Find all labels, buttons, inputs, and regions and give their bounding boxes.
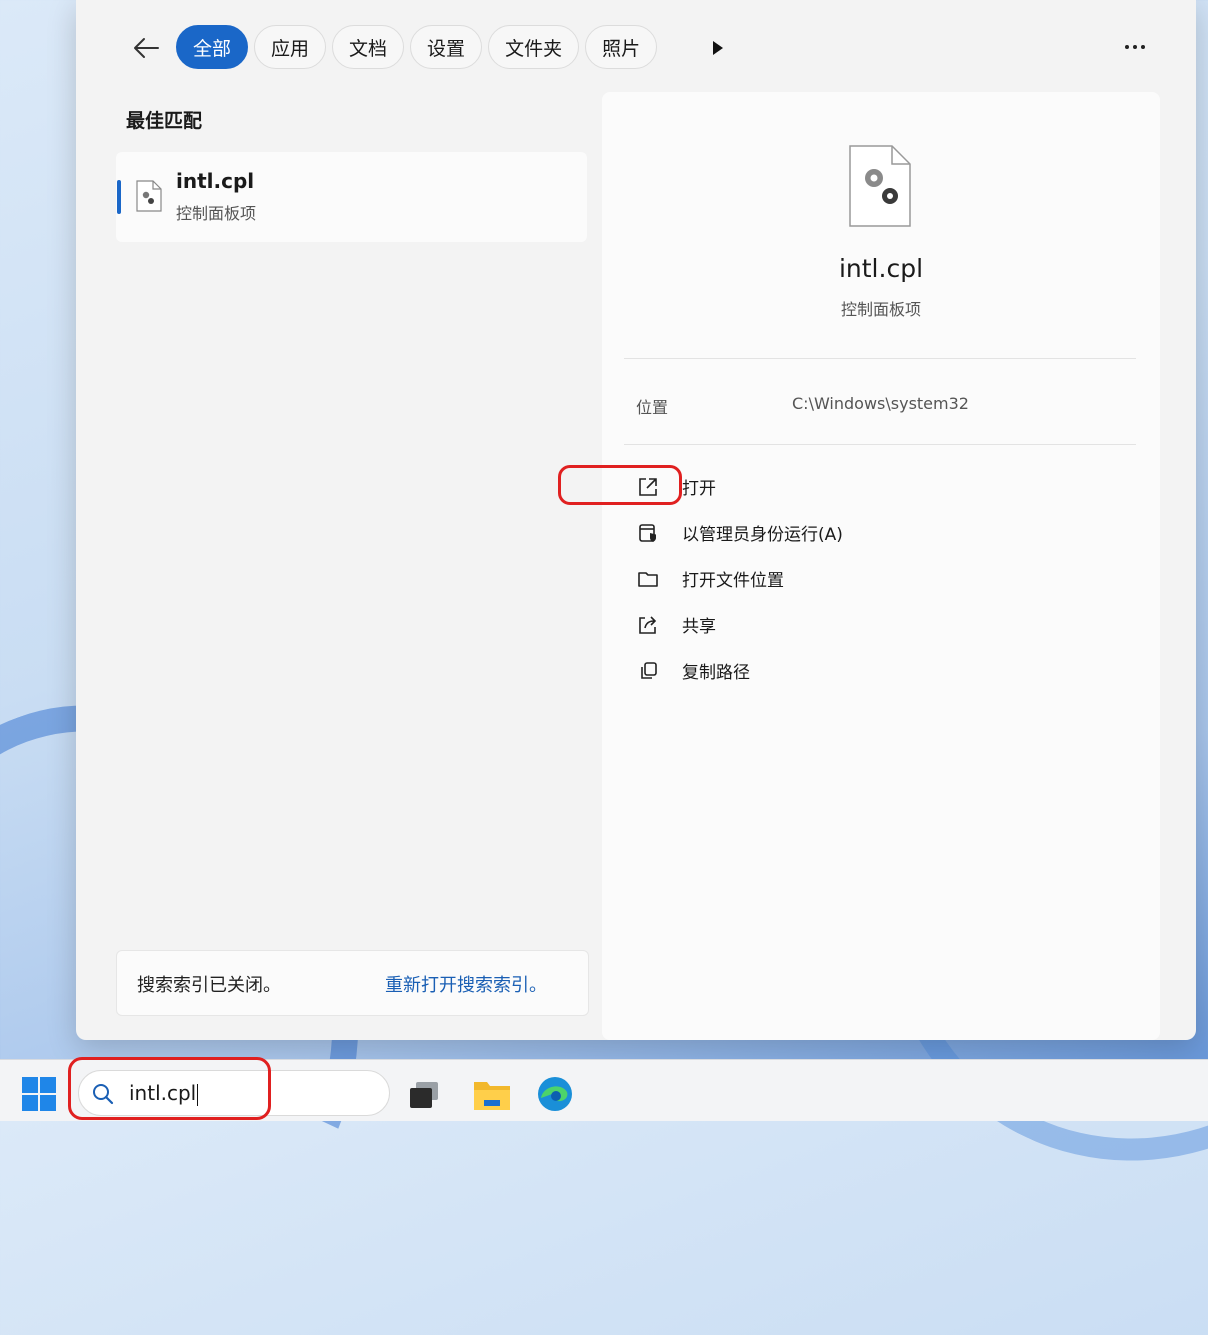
best-match-result[interactable]: intl.cpl 控制面板项 [116, 152, 587, 242]
play-arrow-icon [713, 41, 723, 55]
run-as-admin-icon [636, 521, 660, 545]
detail-type: 控制面板项 [840, 300, 921, 319]
more-tabs-button[interactable] [704, 34, 732, 62]
search-icon [93, 1084, 114, 1105]
tab-apps[interactable]: 应用 [254, 25, 327, 69]
action-label: 打开 [682, 479, 716, 499]
result-name: intl.cpl [176, 169, 255, 193]
text-caret [197, 1083, 199, 1106]
divider [624, 444, 1136, 445]
start-icon[interactable] [22, 1077, 56, 1111]
detail-pane: intl.cpl 控制面板项 位置 C:\Windows\system32 打开… [602, 92, 1160, 1040]
taskbar: intl.cpl [0, 1059, 1208, 1121]
more-options-button[interactable] [1118, 30, 1152, 64]
edge-icon[interactable] [535, 1074, 575, 1114]
tab-photos[interactable]: 照片 [585, 25, 658, 69]
taskbar-search-box[interactable]: intl.cpl [78, 1070, 390, 1116]
back-arrow-icon [134, 38, 159, 58]
open-external-icon [636, 475, 660, 499]
index-notice-message: 搜索索引已关闭。 [137, 975, 281, 996]
action-label: 共享 [682, 617, 716, 637]
folder-icon [636, 567, 660, 591]
task-view-icon[interactable] [406, 1074, 446, 1114]
filter-tabs: 全部 应用 文档 设置 文件夹 照片 [176, 25, 658, 69]
action-copy-path[interactable]: 复制路径 [636, 658, 750, 683]
action-label: 以管理员身份运行(A) [682, 525, 843, 545]
action-label: 复制路径 [682, 663, 750, 683]
tab-folders[interactable]: 文件夹 [488, 25, 580, 69]
selection-indicator [117, 180, 121, 214]
copy-icon [636, 659, 660, 683]
control-panel-file-icon [849, 145, 911, 227]
detail-name: intl.cpl [838, 254, 924, 283]
action-label: 打开文件位置 [682, 571, 784, 591]
divider [624, 358, 1136, 359]
tab-all[interactable]: 全部 [176, 25, 249, 69]
search-input[interactable]: intl.cpl [129, 1081, 199, 1106]
file-explorer-icon[interactable] [472, 1074, 512, 1114]
back-button[interactable] [126, 30, 166, 66]
result-type: 控制面板项 [176, 204, 257, 223]
action-run-as-admin[interactable]: 以管理员身份运行(A) [636, 520, 843, 545]
action-open[interactable]: 打开 [636, 474, 716, 499]
best-match-heading: 最佳匹配 [126, 110, 203, 132]
search-query: intl.cpl [129, 1081, 197, 1105]
action-open-file-location[interactable]: 打开文件位置 [636, 566, 784, 591]
ellipsis-icon [1125, 45, 1145, 49]
search-index-notice: 搜索索引已关闭。 重新打开搜索索引。 [116, 950, 589, 1016]
control-panel-file-icon [136, 180, 162, 212]
reenable-index-link[interactable]: 重新打开搜索索引。 [385, 971, 547, 997]
location-value: C:\Windows\system32 [792, 394, 969, 413]
search-panel: 全部 应用 文档 设置 文件夹 照片 最佳匹配 intl.cpl 控制面板项 搜… [76, 0, 1196, 1040]
tab-documents[interactable]: 文档 [332, 25, 405, 69]
tab-settings[interactable]: 设置 [410, 25, 483, 69]
action-share[interactable]: 共享 [636, 612, 716, 637]
location-label: 位置 [636, 398, 669, 417]
share-icon [636, 613, 660, 637]
